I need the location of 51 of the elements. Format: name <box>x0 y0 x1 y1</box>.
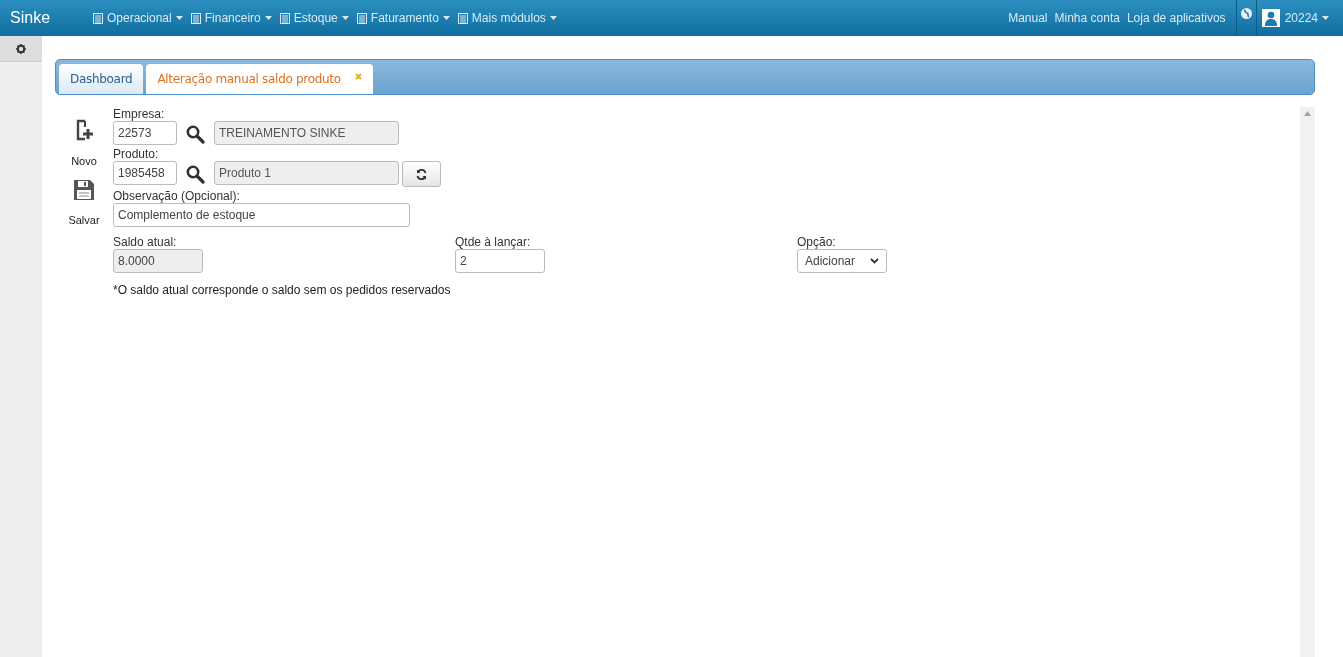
refresh-icon <box>416 168 427 180</box>
menu-item[interactable]: Operacional <box>93 9 183 27</box>
code-field[interactable]: 22573 <box>113 121 177 145</box>
caret-icon <box>341 16 349 20</box>
settings-button[interactable] <box>0 36 42 62</box>
scroll-up-icon <box>1304 111 1311 116</box>
quantity-field[interactable]: 2 <box>455 249 545 273</box>
user-icon <box>1261 9 1280 27</box>
field-label: Observação (Opcional): <box>113 189 241 203</box>
field-label: Opção: <box>797 235 837 249</box>
new-button[interactable]: Novo <box>71 119 97 170</box>
caret-icon <box>264 16 272 20</box>
globe-icon[interactable] <box>1240 8 1252 19</box>
nav-link[interactable]: Loja de aplicativos <box>1126 9 1226 27</box>
chevron-icon <box>870 258 879 264</box>
scrollbar[interactable] <box>1300 107 1315 657</box>
field-label: Empresa: <box>113 107 166 121</box>
name-field[interactable]: TREINAMENTO SINKE <box>214 121 399 145</box>
code-field[interactable]: 1985458 <box>113 161 177 185</box>
refresh-button[interactable] <box>402 161 441 187</box>
settings-icon <box>16 43 26 54</box>
menu-item[interactable]: Mais módulos <box>457 9 557 27</box>
tab[interactable]: Alteração manual saldo produto <box>146 64 373 94</box>
nav-link[interactable]: Manual <box>1008 9 1048 27</box>
list-icon <box>279 12 290 24</box>
caret-icon <box>442 16 450 20</box>
brand-logo[interactable]: Sinke <box>0 6 93 30</box>
balance-field[interactable]: 8.0000 <box>113 249 203 273</box>
list-icon <box>457 12 468 24</box>
caret-icon <box>549 16 557 20</box>
nav-link[interactable]: Minha conta <box>1054 9 1120 27</box>
menu-item[interactable]: Faturamento <box>356 9 450 27</box>
note-text: *O saldo atual corresponde o saldo sem os pedidos reservados <box>113 282 452 299</box>
user-menu[interactable]: 20224 <box>1256 9 1343 27</box>
caret-icon <box>1322 16 1329 20</box>
search-icon[interactable] <box>186 165 205 184</box>
list-icon <box>93 12 103 24</box>
field-label: Saldo atual: <box>113 235 178 249</box>
field-label: Produto: <box>113 147 160 161</box>
tab[interactable]: Dashboard <box>59 64 144 94</box>
field-label: Qtde à lançar: <box>455 235 532 249</box>
list-icon <box>356 12 367 24</box>
option-dropdown[interactable]: Adicionar <box>797 249 887 273</box>
search-icon[interactable] <box>186 125 205 144</box>
list-icon <box>190 12 201 24</box>
caret-icon <box>175 16 183 20</box>
name-field[interactable]: Produto 1 <box>214 161 399 185</box>
menu-item[interactable]: Estoque <box>279 9 349 27</box>
save-button[interactable]: Salvar <box>68 179 100 228</box>
observation-field[interactable]: Complemento de estoque <box>113 203 410 227</box>
menu-item[interactable]: Financeiro <box>190 9 272 27</box>
